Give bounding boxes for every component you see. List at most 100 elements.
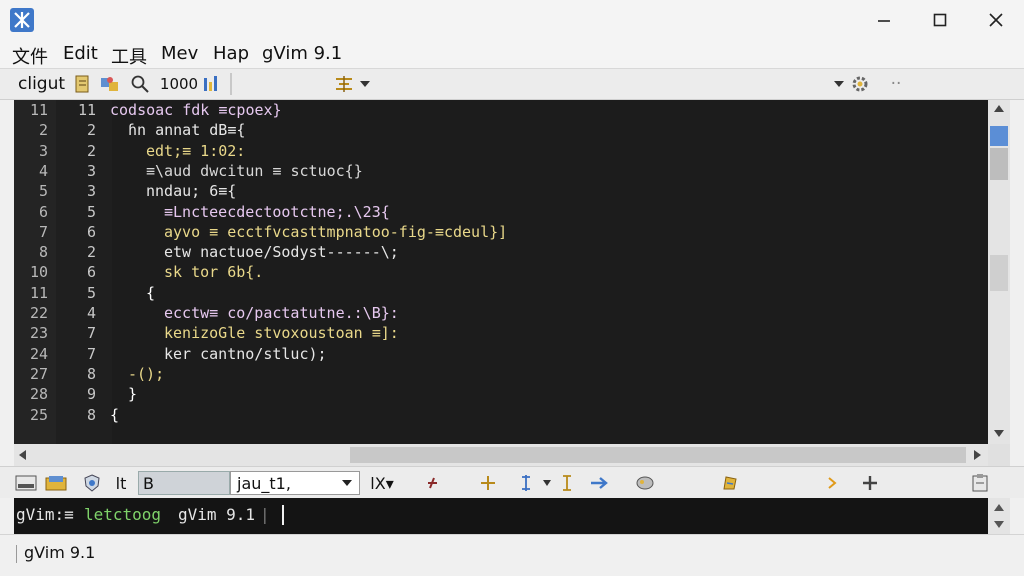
- code-line[interactable]: 8 2 etw nactuoe/Sodyst------\;: [14, 242, 988, 262]
- relative-line-number: 2: [86, 243, 96, 262]
- code-line[interactable]: 23 7 kenizoGle stvoxoustoan ≡]:: [14, 323, 988, 343]
- close-button[interactable]: [978, 6, 1014, 34]
- code-text: ≡Lncteecdectootctne;.\23{: [164, 202, 390, 221]
- puzzle-icon[interactable]: [98, 73, 122, 95]
- code-text: codsoac fdk ≡cpoex}: [110, 101, 282, 119]
- line-number: 22: [29, 304, 48, 322]
- code-text: kenizoGle stvoxoustoan ≡]:: [164, 324, 399, 343]
- code-line[interactable]: 11 11 codsoac fdk ≡cpoex}: [14, 100, 988, 120]
- text-cursor: [282, 505, 284, 525]
- dropdown-icon[interactable]: [832, 73, 846, 95]
- relative-line-number: 3: [86, 182, 96, 201]
- relative-line-number: 7: [86, 344, 96, 363]
- menu-hap[interactable]: Hap: [213, 43, 249, 64]
- code-line[interactable]: 10 6 sk tor 6b{.: [14, 262, 988, 282]
- code-line[interactable]: 5 3 nndau; 6≡{: [14, 181, 988, 201]
- menu-tools[interactable]: 工具: [111, 43, 147, 69]
- line-number: 5: [38, 182, 48, 201]
- minimize-button[interactable]: [866, 6, 902, 34]
- line-number: 10: [29, 263, 48, 282]
- code-line[interactable]: 6 5 ≡Lncteecdectootctne;.\23{: [14, 202, 988, 222]
- search-icon[interactable]: [128, 73, 152, 95]
- status-bar: gVim 9.1: [0, 534, 1024, 576]
- move-icon[interactable]: [476, 471, 500, 495]
- line-number: 27: [29, 364, 48, 383]
- file-select[interactable]: jau_t1,: [230, 471, 360, 495]
- bars-icon[interactable]: [200, 73, 222, 95]
- line-number: 6: [38, 202, 48, 221]
- vertical-scrollbar[interactable]: [988, 100, 1010, 444]
- italic-icon[interactable]: [420, 471, 444, 495]
- relative-line-number: 5: [86, 283, 96, 302]
- command-line[interactable]: gVim:≡ letctoog gVim 9.1 |: [14, 498, 988, 534]
- code-text: ɦn annat dB≡{: [128, 121, 246, 140]
- code-text: }: [128, 385, 138, 404]
- diff-toggle[interactable]: lX▾: [368, 471, 396, 495]
- horizontal-scrollbar[interactable]: [14, 444, 988, 466]
- code-line[interactable]: 27 8 -();: [14, 364, 988, 384]
- line-number: 8: [38, 243, 48, 262]
- arrow-right-icon[interactable]: [588, 471, 612, 495]
- code-line[interactable]: 4 3 ≡\aud dwcitun ≡ sctuoc{}: [14, 161, 988, 181]
- menu-file[interactable]: 文件: [12, 43, 48, 69]
- clipboard-icon[interactable]: [968, 471, 992, 495]
- bottom-toolbar: lt B jau_t1, lX▾: [0, 466, 1024, 498]
- zoom-level[interactable]: 1000: [160, 73, 198, 95]
- line-number: 11: [29, 283, 48, 302]
- cmd-prefix: gVim:≡: [16, 505, 74, 524]
- menu-edit[interactable]: Edit: [63, 43, 98, 64]
- relative-line-number: 9: [86, 385, 96, 404]
- command-scrollbar[interactable]: [988, 498, 1010, 534]
- code-text: ayvo ≡ ecctfvcasttmpnatoo-fig-≡cdeul}]: [164, 222, 508, 241]
- cursor-icon[interactable]: [514, 471, 538, 495]
- relative-line-number: 7: [86, 324, 96, 343]
- plus-icon[interactable]: [858, 471, 882, 495]
- code-text: -();: [128, 364, 165, 383]
- cmd-suffix: gVim 9.1: [178, 505, 256, 524]
- chevron-down-icon: [342, 480, 352, 486]
- line-number: 23: [29, 324, 48, 343]
- toolbar: cligut 1000 ··: [0, 68, 1024, 100]
- terminal-icon[interactable]: [14, 471, 38, 495]
- text-cursor-icon[interactable]: [556, 471, 578, 495]
- relative-line-number: 8: [86, 405, 96, 424]
- shield-icon[interactable]: [80, 471, 104, 495]
- editor-pane[interactable]: 11 11 codsoac fdk ≡cpoex} 2 2 ɦn annat dB≡{3 2…: [14, 100, 988, 444]
- mode-label: lt: [115, 473, 127, 493]
- code-line[interactable]: 3 2 edt;≡ 1:02:: [14, 141, 988, 161]
- chevron-right-icon[interactable]: [824, 471, 840, 495]
- maximize-button[interactable]: [922, 6, 958, 34]
- code-line[interactable]: 2 2 ɦn annat dB≡{: [14, 120, 988, 140]
- align-icon[interactable]: [332, 73, 356, 95]
- pencil-icon[interactable]: [718, 471, 742, 495]
- scrollbar-corner: [988, 444, 1010, 466]
- code-line[interactable]: 7 6 ayvo ≡ ecctfvcasttmpnatoo-fig-≡cdeul}]: [14, 222, 988, 242]
- line-number: 24: [29, 344, 48, 363]
- line-number: 11: [29, 101, 48, 119]
- chevron-down-icon[interactable]: [540, 471, 554, 495]
- toolbar-overflow[interactable]: ··: [886, 73, 906, 95]
- cmd-highlight: letctoog: [84, 505, 162, 524]
- code-line[interactable]: 22 4 ecctw≡ co/pactatutne.:\B}:: [14, 303, 988, 323]
- app-icon[interactable]: [10, 8, 34, 32]
- code-line[interactable]: 25 8 {: [14, 405, 988, 425]
- settings-icon[interactable]: [848, 73, 872, 95]
- script-icon[interactable]: [72, 73, 94, 95]
- folder-icon[interactable]: [44, 471, 68, 495]
- menu-mev[interactable]: Mev: [161, 43, 198, 64]
- code-text: nndau; 6≡{: [146, 182, 237, 201]
- code-line[interactable]: 11 5 {: [14, 283, 988, 303]
- chevron-down-icon[interactable]: [358, 73, 372, 95]
- file-select-value: jau_t1,: [237, 473, 291, 493]
- code-text: {: [110, 405, 120, 424]
- paint-icon[interactable]: [632, 471, 658, 495]
- toolbar-separator: [230, 73, 232, 95]
- title-bar: [0, 0, 1024, 40]
- code-line[interactable]: 28 9}: [14, 384, 988, 404]
- line-number: 2: [38, 121, 48, 140]
- relative-line-number: 3: [86, 161, 96, 180]
- code-line[interactable]: 24 7 ker cantno/stluc);: [14, 344, 988, 364]
- toolbar-label[interactable]: cligut: [18, 73, 68, 95]
- buffer-field[interactable]: B: [138, 471, 230, 495]
- relative-line-number: 6: [86, 263, 96, 282]
